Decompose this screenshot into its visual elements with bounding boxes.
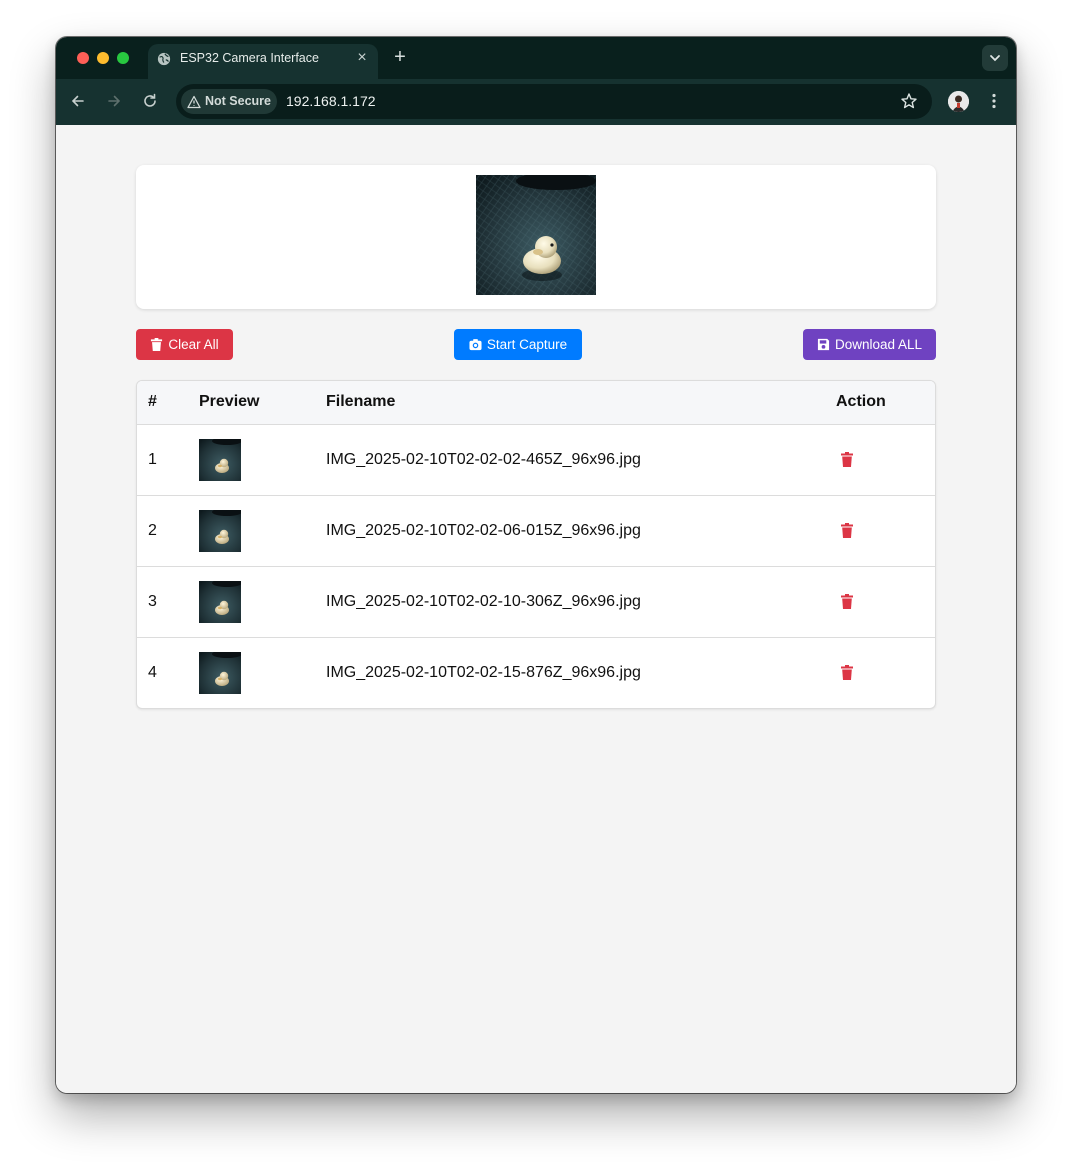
trash-icon[interactable]: [840, 665, 854, 681]
globe-icon: [157, 52, 171, 66]
profile-avatar[interactable]: [948, 91, 969, 112]
zoom-window-button[interactable]: [117, 52, 129, 64]
tab-search-button[interactable]: [982, 45, 1008, 71]
trash-icon[interactable]: [840, 594, 854, 609]
row-filename: IMG_2025-02-10T02-02-15-876Z_96x96.jpg: [326, 663, 641, 681]
thumbnail-image[interactable]: [199, 651, 241, 694]
table-row: 1 IMG_2025-02-10T02-02-02-465Z_96x96.jpg: [137, 424, 935, 496]
row-number: 2: [137, 495, 199, 567]
back-arrow-icon[interactable]: [68, 91, 88, 111]
security-label: Not Secure: [205, 94, 271, 108]
browser-tab[interactable]: ESP32 Camera Interface ×: [148, 44, 378, 79]
camera-preview-card: [136, 165, 936, 309]
trash-icon[interactable]: [840, 452, 854, 467]
row-number: 4: [148, 663, 157, 681]
forward-arrow-icon[interactable]: [104, 91, 124, 111]
thumbnail-image[interactable]: [199, 509, 241, 552]
table-row: 3 IMG_2025-02-10T02-02-10-306Z_96x96.jpg: [137, 566, 935, 638]
table-row: 2 IMG_2025-02-10T02-02-06-015Z_96x96.jpg: [137, 495, 935, 567]
row-filename: IMG_2025-02-10T02-02-06-015Z_96x96.jpg: [326, 495, 836, 567]
warning-triangle-icon: [187, 95, 201, 109]
row-number: 1: [137, 424, 199, 496]
thumbnail-image[interactable]: [199, 580, 241, 623]
clear-all-button[interactable]: Clear All: [136, 329, 233, 360]
header-preview: Preview: [199, 381, 326, 425]
tab-close-button[interactable]: ×: [354, 50, 370, 66]
camera-stream-image: [476, 175, 596, 295]
header-action: Action: [836, 381, 935, 425]
start-capture-label: Start Capture: [486, 337, 568, 352]
url-text[interactable]: 192.168.1.172: [286, 93, 376, 109]
bookmark-star-icon[interactable]: [900, 92, 918, 110]
trash-icon: [151, 338, 163, 351]
new-tab-button[interactable]: +: [390, 47, 410, 67]
page-content: Clear All Start Capture Download ALL # P…: [56, 125, 1016, 1093]
security-chip[interactable]: Not Secure: [181, 89, 277, 114]
chevron-down-icon: [990, 55, 1000, 62]
clear-all-label: Clear All: [168, 337, 219, 352]
row-filename: IMG_2025-02-10T02-02-02-465Z_96x96.jpg: [326, 424, 836, 496]
reload-icon[interactable]: [140, 91, 160, 111]
floppy-save-icon: [817, 338, 830, 351]
row-number: 3: [137, 566, 199, 638]
browser-window: ESP32 Camera Interface × + Not Secure 19…: [56, 37, 1016, 1093]
captures-table: # Preview Filename Action 1 IMG_2025-02-…: [136, 380, 936, 709]
address-bar[interactable]: Not Secure 192.168.1.172: [176, 84, 932, 119]
tab-strip: ESP32 Camera Interface × +: [56, 37, 1016, 79]
row-filename: IMG_2025-02-10T02-02-10-306Z_96x96.jpg: [326, 566, 836, 638]
start-capture-button[interactable]: Start Capture: [454, 329, 582, 360]
table-row: 4 IMG_2025-02-10T02-02-15-876Z_96x96.jpg: [137, 637, 935, 708]
download-all-button[interactable]: Download ALL: [803, 329, 936, 360]
table-header-row: # Preview Filename Action: [137, 381, 935, 425]
header-number: #: [137, 381, 199, 425]
profile-icon: [948, 91, 969, 112]
tab-title: ESP32 Camera Interface: [180, 51, 319, 65]
header-filename: Filename: [326, 381, 836, 425]
download-all-label: Download ALL: [834, 337, 923, 352]
close-window-button[interactable]: [77, 52, 89, 64]
trash-icon[interactable]: [840, 523, 854, 538]
camera-icon: [469, 339, 482, 351]
more-menu-icon[interactable]: [984, 91, 1004, 111]
browser-toolbar: Not Secure 192.168.1.172: [56, 79, 1016, 125]
thumbnail-image[interactable]: [199, 438, 241, 481]
minimize-window-button[interactable]: [97, 52, 109, 64]
